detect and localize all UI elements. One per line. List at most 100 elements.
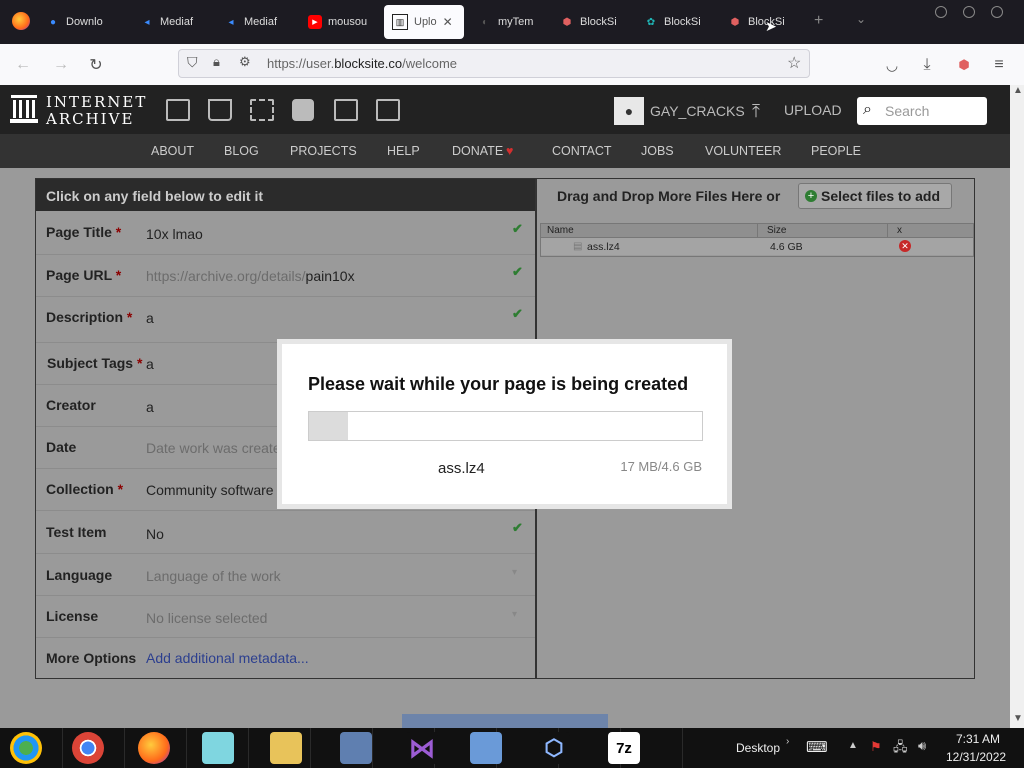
upload-link[interactable]: UPLOAD <box>784 102 842 118</box>
firefox-menu-icon[interactable] <box>12 12 30 30</box>
remove-file-icon[interactable]: ✕ <box>899 240 911 252</box>
search-input[interactable]: ⌕ Search <box>857 97 987 125</box>
pocket-icon[interactable]: ◡ <box>881 54 903 76</box>
tab-blocksite-2[interactable]: ✿ BlockSi <box>644 5 714 39</box>
close-tab-icon[interactable]: ✕ <box>443 15 453 29</box>
field-label: Page URL * <box>46 267 121 283</box>
lock-icon[interactable]: 🔒︎ <box>213 54 220 70</box>
chrome-icon[interactable] <box>72 732 104 764</box>
nav-blog[interactable]: BLOG <box>224 144 259 158</box>
software-icon[interactable] <box>334 99 358 121</box>
tab-downloads[interactable]: ● Downlo <box>46 5 126 39</box>
forward-arrow-icon[interactable]: → <box>50 54 72 76</box>
field-page-url[interactable]: Page URL * https://archive.org/details/p… <box>36 254 535 297</box>
file-explorer-icon[interactable] <box>270 732 302 764</box>
video-icon[interactable] <box>250 99 274 121</box>
field-value[interactable]: No <box>146 526 164 542</box>
tab-youtube[interactable]: ▶ mousou <box>308 5 378 39</box>
images-icon[interactable] <box>376 99 400 121</box>
upload-and-create-button[interactable] <box>402 714 608 728</box>
field-placeholder[interactable]: No license selected <box>146 610 267 626</box>
field-value[interactable]: a <box>146 356 154 372</box>
upload-arrow-icon[interactable]: ⤒ <box>752 101 760 122</box>
chevron-down-icon: ▾ <box>512 567 518 578</box>
field-more-options: More Options Add additional metadata... <box>36 637 535 678</box>
downloads-icon[interactable]: ⤓ <box>916 54 938 76</box>
tab-label: Mediaf <box>244 16 278 28</box>
clock-time[interactable]: 7:31 AM <box>956 732 1000 746</box>
bookmark-star-icon[interactable]: ☆ <box>787 53 801 73</box>
column-header-size[interactable]: Size <box>767 225 786 236</box>
field-value[interactable]: a <box>146 310 154 326</box>
nav-projects[interactable]: PROJECTS <box>290 144 357 158</box>
field-placeholder[interactable]: Language of the work <box>146 568 281 584</box>
hamburger-menu-icon[interactable]: ≡ <box>988 54 1010 76</box>
url-bar[interactable]: ⛉ 🔒︎ ⚙ https://user.blocksite.co/welcome… <box>178 49 810 78</box>
field-label: Creator <box>46 397 96 413</box>
field-placeholder[interactable]: Date work was create <box>146 440 281 456</box>
tab-mediafire-1[interactable]: ◂ Mediaf <box>140 5 210 39</box>
field-license[interactable]: License No license selected ▾ <box>36 595 535 638</box>
add-metadata-link[interactable]: Add additional metadata... <box>146 650 309 666</box>
browser-nav-bar: ← → ↻ ⛉ 🔒︎ ⚙ https://user.blocksite.co/w… <box>0 44 1024 86</box>
scroll-down-icon[interactable]: ▼ <box>1013 713 1023 724</box>
field-value[interactable]: https://archive.org/details/pain10x <box>146 268 355 284</box>
texts-icon[interactable] <box>208 99 232 121</box>
maximize-icon[interactable] <box>963 6 975 18</box>
username-link[interactable]: GAY_CRACKS <box>650 103 745 119</box>
tab-mediafire-2[interactable]: ◂ Mediaf <box>224 5 294 39</box>
desktop-toolbar-label[interactable]: Desktop <box>736 741 780 755</box>
nav-help[interactable]: HELP <box>387 144 420 158</box>
tab-blocksite-1[interactable]: ⬢ BlockSi <box>560 5 630 39</box>
nav-contact[interactable]: CONTACT <box>552 144 612 158</box>
tab-label: BlockSi <box>580 16 617 28</box>
blocksite-extension-icon[interactable]: ⬢ <box>953 54 975 76</box>
notepad-icon[interactable] <box>202 732 234 764</box>
back-arrow-icon[interactable]: ← <box>12 54 34 76</box>
field-description[interactable]: Description * a ✔ <box>36 296 535 343</box>
user-avatar-icon[interactable]: ● <box>614 97 644 125</box>
column-header-name[interactable]: Name <box>547 225 574 236</box>
close-window-icon[interactable] <box>991 6 1003 18</box>
logo-line-1[interactable]: INTERNET <box>46 93 147 111</box>
field-value[interactable]: Community software <box>146 482 274 498</box>
action-center-flag-icon[interactable]: ⚑ <box>870 739 882 755</box>
permissions-icon[interactable]: ⚙ <box>239 54 251 70</box>
page-scrollbar[interactable]: ▲ ▼ <box>1010 85 1024 728</box>
scroll-up-icon[interactable]: ▲ <box>1013 85 1023 96</box>
audio-icon[interactable] <box>292 99 314 121</box>
field-page-title[interactable]: Page Title * 10x lmao ✔ <box>36 211 535 255</box>
tab-mytemp[interactable]: ◐ myTem <box>478 5 548 39</box>
field-test-item[interactable]: Test Item No ✔ <box>36 510 535 554</box>
toolbar-expand-icon[interactable]: › <box>786 736 789 747</box>
firefox-icon[interactable] <box>138 732 170 764</box>
field-value[interactable]: a <box>146 399 154 415</box>
tab-blocksite-3[interactable]: ⬢ BlockSi <box>728 5 798 39</box>
nav-volunteer[interactable]: VOLUNTEER <box>705 144 781 158</box>
column-header-remove: x <box>897 225 902 236</box>
select-files-button[interactable]: + Select files to add <box>798 183 952 209</box>
nav-jobs[interactable]: JOBS <box>641 144 674 158</box>
nav-donate[interactable]: DONATE <box>452 144 503 158</box>
minimize-icon[interactable] <box>935 6 947 18</box>
new-tab-icon[interactable]: + <box>814 12 823 30</box>
field-language[interactable]: Language Language of the work ▾ <box>36 553 535 596</box>
nav-people[interactable]: PEOPLE <box>811 144 861 158</box>
tracking-shield-icon[interactable]: ⛉ <box>187 54 198 71</box>
clock-date[interactable]: 12/31/2022 <box>946 750 1006 764</box>
tab-upload-active[interactable]: ▥ Uplo ✕ <box>384 5 464 39</box>
media-player-icon[interactable] <box>340 732 372 764</box>
keyboard-icon[interactable]: ⌨ <box>806 738 828 756</box>
show-hidden-icons-icon[interactable]: ▲ <box>848 740 858 751</box>
start-orb-icon[interactable] <box>10 732 42 764</box>
logo-line-2[interactable]: ARCHIVE <box>46 110 134 128</box>
network-icon[interactable]: 🖧︎ <box>893 738 908 760</box>
tab-list-icon[interactable]: ⌄ <box>856 12 866 26</box>
volume-icon[interactable]: 🔊︎ <box>918 738 926 754</box>
label-text: Collection <box>46 481 114 497</box>
reload-icon[interactable]: ↻ <box>85 54 107 76</box>
field-value[interactable]: 10x lmao <box>146 226 203 242</box>
nav-about[interactable]: ABOUT <box>151 144 194 158</box>
web-icon[interactable] <box>166 99 190 121</box>
archive-logo-icon[interactable] <box>10 95 38 123</box>
